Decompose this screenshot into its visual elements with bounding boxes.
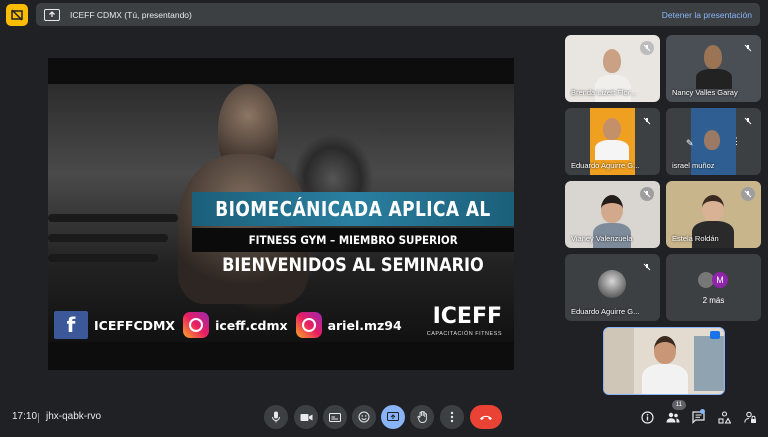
muted-mic-icon <box>741 41 755 55</box>
present-button[interactable] <box>381 405 405 429</box>
present-screen-icon <box>44 8 60 21</box>
participant-tile[interactable]: Vianey Valenzuela <box>565 181 660 248</box>
hang-up-icon <box>480 415 492 420</box>
participant-tile[interactable]: Estela Roldán <box>666 181 761 248</box>
more-participants-tile[interactable]: M 2 más <box>666 254 761 321</box>
participant-tile[interactable]: ✎ ⋮ israel muñoz <box>666 108 761 175</box>
participant-name: Vianey Valenzuela <box>571 234 633 243</box>
muted-mic-icon <box>741 114 755 128</box>
divider <box>38 413 39 423</box>
captions-button[interactable] <box>323 405 347 429</box>
instagram-icon <box>295 312 322 338</box>
avatar: M <box>712 272 728 288</box>
participant-tile[interactable]: Eduardo Aguirre G... <box>565 254 660 321</box>
more-participants-label: 2 más <box>702 296 725 305</box>
camera-button[interactable] <box>294 405 318 429</box>
hand-icon <box>416 411 427 423</box>
participant-tile[interactable]: Brenda Lizett Flor... <box>565 35 660 102</box>
facebook-icon: f <box>54 311 88 339</box>
muted-mic-icon <box>640 114 654 128</box>
chat-notification-dot <box>700 409 705 414</box>
participant-name: israel muñoz <box>672 161 715 170</box>
participant-name: Nancy Valles Garay <box>672 88 738 97</box>
muted-mic-icon <box>741 187 755 201</box>
meeting-info-button[interactable] <box>638 408 656 426</box>
facebook-handle: ICEFFCDMX <box>94 317 176 333</box>
people-icon <box>666 412 680 422</box>
self-view-options-icon[interactable] <box>710 331 720 339</box>
reactions-button[interactable] <box>352 405 376 429</box>
iceff-logo: ICEFF CAPACITACIÓN FITNESS <box>426 304 502 337</box>
emoji-icon <box>358 411 370 423</box>
presenting-bar: ICEFF CDMX (Tú, presentando) Detener la … <box>36 3 760 26</box>
participant-tile[interactable]: Nancy Valles Garay <box>666 35 761 102</box>
camera-icon <box>300 413 312 421</box>
people-button[interactable] <box>664 408 682 426</box>
activities-button[interactable] <box>715 408 733 426</box>
slide-title-line2: FITNESS GYM – MIEMBRO SUPERIOR <box>192 228 514 252</box>
instagram-handle-1: iceff.cdmx <box>215 317 288 333</box>
mic-icon <box>272 411 280 423</box>
participant-name: Estela Roldán <box>672 234 719 243</box>
more-vert-icon <box>450 411 454 423</box>
activities-icon <box>717 410 731 424</box>
presentation-badge-icon[interactable] <box>6 4 28 26</box>
presenting-title: ICEFF CDMX (Tú, presentando) <box>70 9 192 20</box>
present-screen-icon <box>387 412 399 421</box>
host-controls-button[interactable] <box>741 408 759 426</box>
captions-icon <box>329 412 341 422</box>
lock-person-icon <box>743 411 756 423</box>
muted-mic-icon <box>640 41 654 55</box>
more-options-icon[interactable]: ⋮ <box>732 136 741 147</box>
stop-presenting-button[interactable]: Detener la presentación <box>662 10 752 20</box>
clock: 17:10 <box>12 411 38 422</box>
raise-hand-button[interactable] <box>410 405 434 429</box>
mic-button[interactable] <box>264 405 288 429</box>
instagram-icon <box>183 312 210 338</box>
more-options-button[interactable] <box>440 405 464 429</box>
meeting-code: jhx-qabk-rvo <box>46 411 102 422</box>
shared-presentation: BIOMECÁNICADA APLICA AL FITNESS GYM – MI… <box>48 58 514 370</box>
slide-title-line3: BIENVENIDOS AL SEMINARIO <box>222 254 484 276</box>
participant-name: Brenda Lizett Flor... <box>571 88 637 97</box>
muted-mic-icon <box>640 187 654 201</box>
slide-title-line1: BIOMECÁNICADA APLICA AL <box>192 192 514 226</box>
participant-name: Eduardo Aguirre G... <box>571 161 640 170</box>
pin-icon[interactable]: ✎ <box>686 138 694 149</box>
self-view-tile[interactable] <box>603 327 725 395</box>
participant-name: Eduardo Aguirre G... <box>571 307 640 316</box>
instagram-handle-2: ariel.mz94 <box>327 317 402 333</box>
participant-tile[interactable]: Eduardo Aguirre G... <box>565 108 660 175</box>
leave-call-button[interactable] <box>470 405 502 429</box>
avatar <box>598 270 626 298</box>
info-icon <box>640 410 654 424</box>
muted-mic-icon <box>640 260 654 274</box>
